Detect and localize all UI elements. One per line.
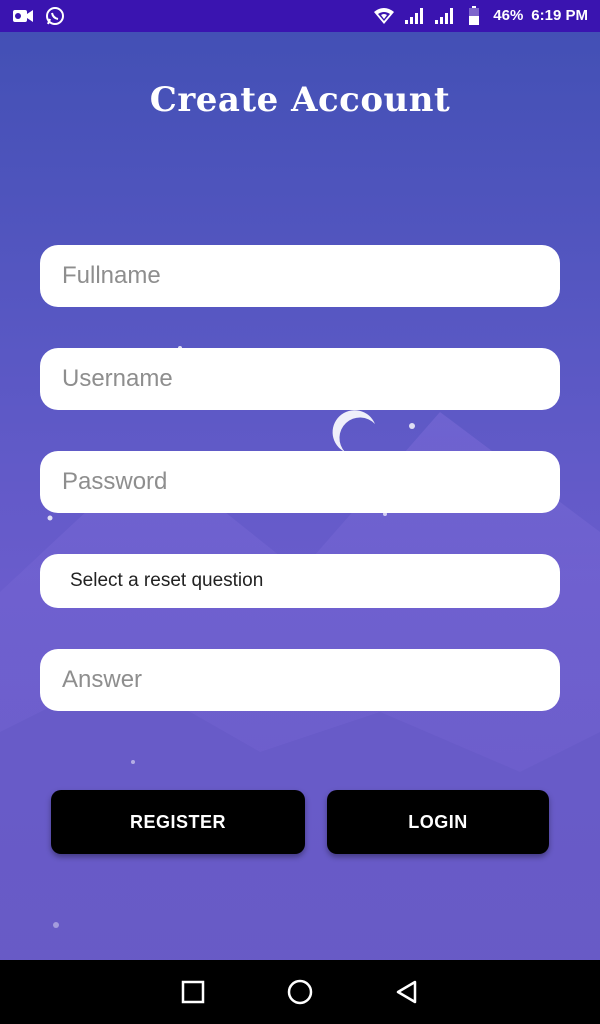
wifi-icon: [373, 6, 395, 26]
fullname-field[interactable]: [40, 245, 560, 307]
reset-question-select[interactable]: Select a reset question: [40, 554, 560, 608]
username-input[interactable]: [60, 364, 560, 394]
reset-question-label: Select a reset question: [70, 570, 264, 591]
signal-icon: [433, 6, 455, 26]
password-input[interactable]: [60, 467, 560, 497]
login-button-label: LOGIN: [408, 811, 468, 832]
login-button[interactable]: LOGIN: [327, 790, 549, 854]
home-icon[interactable]: [286, 978, 314, 1006]
navigation-bar: [0, 960, 600, 1024]
recent-apps-icon[interactable]: [179, 978, 207, 1006]
fullname-input[interactable]: [60, 261, 560, 291]
page-title: Create Account: [149, 80, 451, 120]
whatsapp-icon: [44, 6, 66, 26]
signal-icon: [403, 6, 425, 26]
back-icon[interactable]: [393, 978, 421, 1006]
battery-percent: 46%: [493, 7, 524, 24]
battery-icon: [463, 6, 485, 26]
status-left-icons: [12, 6, 66, 26]
username-field[interactable]: [40, 348, 560, 410]
status-bar: 46% 6:19 PM: [0, 0, 600, 32]
register-button-label: REGISTER: [129, 811, 226, 832]
video-camera-icon: [12, 6, 34, 26]
clock-time: 6:19 PM: [531, 7, 588, 24]
answer-input[interactable]: [60, 665, 560, 695]
answer-field[interactable]: [40, 649, 560, 711]
create-account-screen: Create Account Select a reset question R…: [0, 32, 600, 960]
register-button[interactable]: REGISTER: [51, 790, 305, 854]
password-field[interactable]: [40, 451, 560, 513]
status-right-icons: 46% 6:19 PM: [373, 6, 588, 26]
